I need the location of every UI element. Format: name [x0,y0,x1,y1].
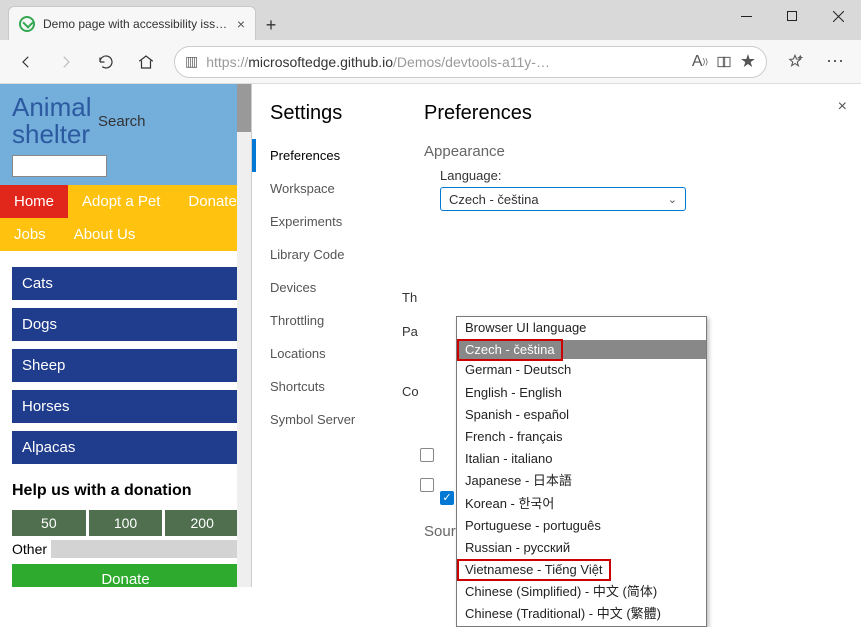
lang-opt-russian[interactable]: Russian - русский [457,537,706,559]
welcome-checkbox[interactable]: ✓ [440,491,454,505]
lang-opt-french[interactable]: French - français [457,426,706,448]
lang-opt-vietnamese[interactable]: Vietnamese - Tiếng Việt [457,559,611,581]
new-tab-button[interactable]: + [256,10,286,40]
lang-opt-czech[interactable]: Czech - čeština [457,339,563,361]
amount-50[interactable]: 50 [12,510,86,536]
reader-icon[interactable]: A)) [692,53,708,71]
scrollbar-thumb[interactable] [237,84,251,132]
other-input[interactable] [51,540,239,558]
back-button[interactable] [8,46,44,78]
nav-home[interactable]: Home [0,185,68,218]
lang-opt-zh-traditional[interactable]: Chinese (Traditional) - 中文 (繁體) [457,603,706,625]
lang-opt-italian[interactable]: Italian - italiano [457,448,706,470]
donation-heading: Help us with a donation [12,482,239,500]
settings-item-devices[interactable]: Devices [252,271,402,304]
settings-item-library[interactable]: Library Code [252,238,402,271]
site-info-icon[interactable]: ▥ [185,53,198,70]
close-button[interactable] [815,0,861,32]
amount-100[interactable]: 100 [89,510,163,536]
translate-icon[interactable] [716,54,732,70]
nav-about[interactable]: About Us [60,218,150,251]
tab-close-icon[interactable]: × [237,16,245,32]
obscured-theme-row: Th [402,290,417,305]
cat-cats[interactable]: Cats [12,267,239,300]
favorite-star-icon[interactable]: ★ [740,51,756,72]
lang-opt-browser[interactable]: Browser UI language [457,317,706,339]
chevron-down-icon: ⌄ [668,193,677,206]
copilot-icon[interactable] [777,46,813,78]
home-button[interactable] [128,46,164,78]
obscured-color-row: Co [402,384,419,399]
language-label: Language: [440,168,839,183]
cat-dogs[interactable]: Dogs [12,308,239,341]
preferences-title: Preferences [424,102,839,125]
site-title: Animal shelter [12,94,92,149]
category-list: Cats Dogs Sheep Horses Alpacas [0,251,251,472]
address-bar[interactable]: ▥ https://microsoftedge.github.io/Demos/… [174,46,767,78]
maximize-button[interactable] [769,0,815,32]
window-controls [723,0,861,32]
menu-button[interactable]: ⋯ [817,46,853,78]
favicon-icon [19,16,35,32]
lang-opt-portuguese[interactable]: Portuguese - português [457,515,706,537]
main-nav: Home Adopt a Pet Donate Jobs About Us [0,185,251,251]
settings-item-shortcuts[interactable]: Shortcuts [252,370,402,403]
minimize-button[interactable] [723,0,769,32]
toolbar: ▥ https://microsoftedge.github.io/Demos/… [0,40,861,84]
settings-item-workspace[interactable]: Workspace [252,172,402,205]
language-select[interactable]: Czech - čeština ⌄ [440,187,686,211]
amount-200[interactable]: 200 [165,510,239,536]
appearance-heading: Appearance [424,143,839,160]
cat-alpacas[interactable]: Alpacas [12,431,239,464]
settings-title: Settings [252,102,402,139]
cat-sheep[interactable]: Sheep [12,349,239,382]
tab-title: Demo page with accessibility iss… [43,17,229,31]
donation-section: Help us with a donation 50 100 200 Other… [0,472,251,587]
search-label: Search [98,113,146,130]
search-input[interactable] [12,155,107,177]
browser-tab[interactable]: Demo page with accessibility iss… × [8,6,256,40]
language-selected-value: Czech - čeština [449,192,539,207]
cat-horses[interactable]: Horses [12,390,239,423]
reload-button[interactable] [88,46,124,78]
nav-adopt[interactable]: Adopt a Pet [68,185,174,218]
titlebar: Demo page with accessibility iss… × + [0,0,861,40]
lang-opt-korean[interactable]: Korean - 한국어 [457,493,706,515]
settings-item-throttling[interactable]: Throttling [252,304,402,337]
obscured-panel-row: Pa [402,324,418,339]
lang-opt-zh-simplified[interactable]: Chinese (Simplified) - 中文 (简体) [457,581,706,603]
lang-opt-spanish[interactable]: Spanish - español [457,404,706,426]
forward-button[interactable] [48,46,84,78]
language-dropdown[interactable]: Browser UI language Czech - čeština Germ… [456,316,707,627]
scrollbar[interactable] [237,84,251,587]
url-text: https://microsoftedge.github.io/Demos/de… [206,54,684,70]
settings-sidebar: Settings Preferences Workspace Experimen… [252,84,402,587]
content-area: Animal shelter Search Home Adopt a Pet D… [0,84,861,587]
lang-opt-japanese[interactable]: Japanese - 日本語 [457,470,706,492]
settings-item-symbol[interactable]: Symbol Server [252,403,402,436]
lang-opt-english[interactable]: English - English [457,382,706,404]
lang-opt-german[interactable]: German - Deutsch [457,359,706,381]
checkbox-unknown-1[interactable] [420,448,434,462]
hero: Animal shelter Search [0,84,251,185]
website-panel: Animal shelter Search Home Adopt a Pet D… [0,84,251,587]
donate-button[interactable]: Donate [12,564,239,587]
other-label: Other [12,541,47,557]
settings-item-experiments[interactable]: Experiments [252,205,402,238]
settings-item-preferences[interactable]: Preferences [252,139,402,172]
settings-item-locations[interactable]: Locations [252,337,402,370]
